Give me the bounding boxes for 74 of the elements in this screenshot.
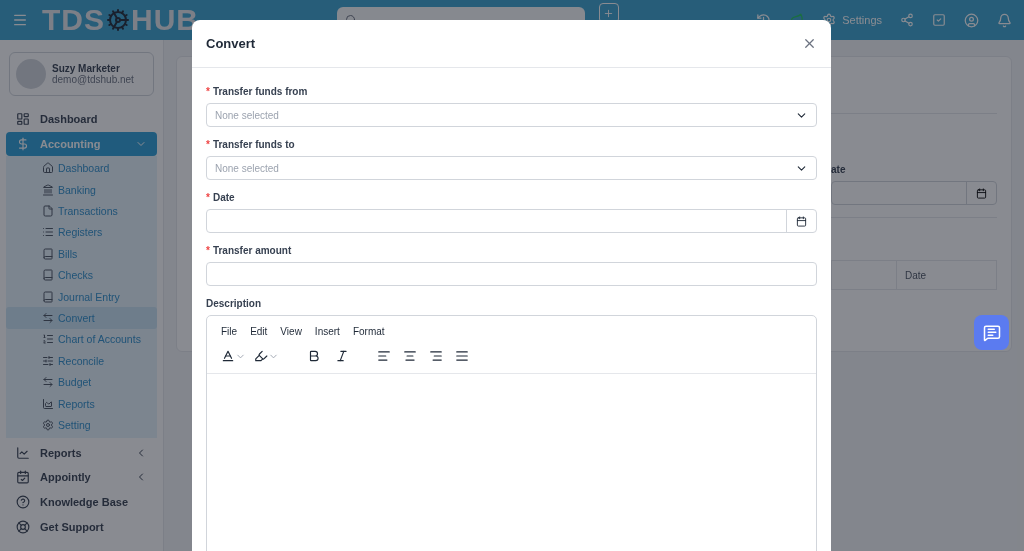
sliders-icon [42,354,54,367]
line-chart-icon [16,445,30,460]
field-label: Description [206,298,262,309]
date-field[interactable] [831,181,997,205]
field-label: * Date [206,192,236,203]
align-left-icon [377,349,391,363]
submenu-item[interactable]: Registers [6,221,157,244]
italic-icon [335,349,349,363]
align-center-icon [403,349,417,363]
dollar-icon [16,136,30,151]
settings-icon [42,419,54,431]
nav-item[interactable]: Dashboard [6,107,157,131]
highlighter-icon [254,349,268,363]
justify-icon [455,349,469,363]
field-label: * Transfer amount [206,245,293,256]
user-email: demo@tdshub.net [52,74,134,85]
submenu-item[interactable]: Reports [6,392,157,415]
help-icon [16,495,30,510]
text-color-icon [221,349,235,363]
submenu-item[interactable]: Chart of Accounts [6,328,157,351]
submenu-item[interactable]: Reconcile [6,350,157,372]
menu-item[interactable]: File [221,326,238,337]
submenu-item[interactable]: Convert [6,307,157,329]
menu-item[interactable]: Edit [250,326,268,337]
menu-item[interactable]: View [280,326,302,337]
submenu-item[interactable]: Checks [6,264,157,286]
menu-item[interactable]: Format [352,326,385,337]
nav-item[interactable]: Knowledge Base [6,490,157,515]
menu-item[interactable]: Insert [314,326,340,337]
nav-item[interactable]: Accounting [6,131,157,156]
submenu-item[interactable]: Transactions [6,200,157,222]
nav-item[interactable]: Reports [6,440,157,465]
close-button[interactable] [802,36,817,51]
calendar-icon[interactable] [796,215,807,227]
nav-item[interactable]: Appointly [6,465,157,490]
arrows-icon [42,376,54,389]
plus-icon [603,7,615,19]
calendar-icon[interactable] [976,187,987,199]
select-field[interactable]: None selected [206,156,817,180]
submenu-item[interactable]: Budget [6,371,157,393]
list-icon [42,226,54,239]
submenu-item[interactable]: Journal Entry [6,285,157,308]
dashboard-icon [16,111,30,126]
select-field[interactable]: None selected [206,103,817,127]
gear-icon [106,8,130,32]
submenu-item[interactable]: Dashboard [6,157,157,179]
numbered-list-icon [42,333,54,346]
chat-icon [982,323,1001,342]
nav-item[interactable]: Get Support [6,515,157,539]
submenu-item[interactable]: Bills [6,243,157,265]
submenu-item[interactable]: Banking [6,179,157,201]
book-icon [42,247,54,260]
user-name: Suzy Marketer [52,63,120,74]
field-label: * Transfer funds to [206,139,296,150]
rich-text-editor[interactable]: File Edit View Insert Format [206,315,817,551]
book-icon [42,290,54,303]
dialog-title: Convert [206,36,256,51]
submenu-item[interactable]: Setting [6,414,157,436]
lifebuoy-icon [16,520,30,535]
date-field[interactable] [206,209,817,233]
home-icon [42,162,54,175]
chat-button[interactable] [974,315,1009,350]
arrows-icon [42,312,54,325]
bold-icon [307,349,321,363]
input-field[interactable] [206,262,817,286]
field-label: * Transfer funds from [206,86,309,97]
bank-icon [42,183,54,196]
file-icon [42,205,54,218]
book-icon [42,269,54,282]
column-header: Date [896,261,996,289]
field-label: ate [831,164,847,175]
align-right-icon [429,349,443,363]
area-chart-icon [42,397,54,410]
calendar-icon [16,470,30,485]
